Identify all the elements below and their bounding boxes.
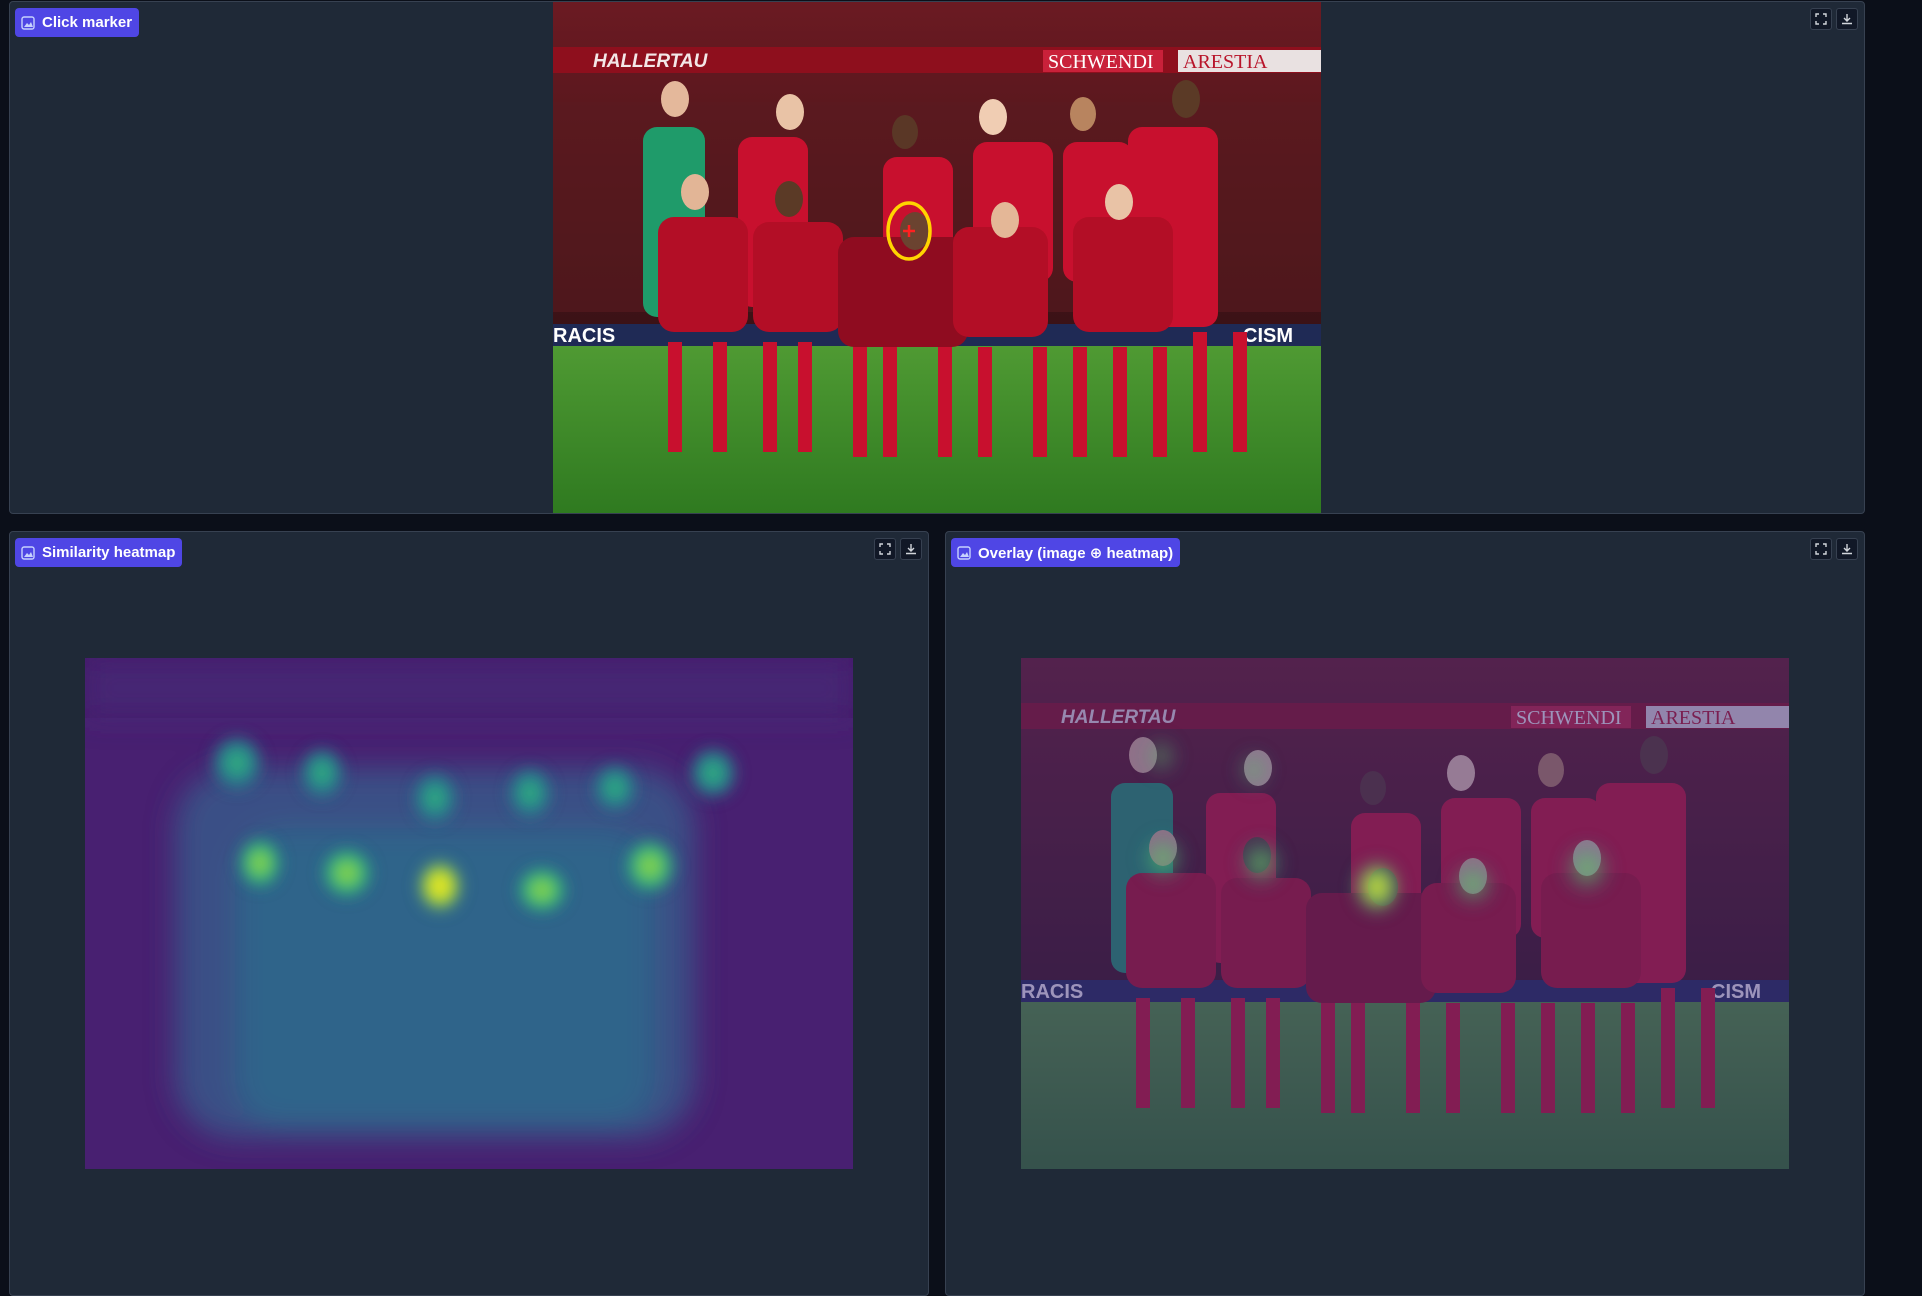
click-marker-label: Click marker — [42, 14, 133, 31]
fullscreen-button[interactable] — [874, 538, 896, 560]
image-icon — [21, 15, 35, 30]
similarity-heatmap-label: Similarity heatmap — [42, 544, 176, 561]
banner-lower-left: RACIS — [553, 325, 615, 347]
overlay-label-chip: Overlay (image ⊕ heatmap) — [951, 538, 1181, 567]
overlay-image[interactable]: HALLERTAU SCHWENDI ARESTIA RACIS CISM — [1021, 658, 1789, 1169]
heatmap-canvas — [85, 658, 853, 1169]
download-icon — [1842, 14, 1852, 25]
similarity-heatmap-panel: Similarity heatmap — [9, 531, 929, 1296]
fullscreen-icon — [1815, 543, 1827, 555]
similarity-heatmap-image[interactable] — [85, 658, 853, 1169]
overlay-label: Overlay (image ⊕ heatmap) — [978, 544, 1174, 562]
banner-right: ARESTIA — [1183, 51, 1268, 73]
fullscreen-button[interactable] — [1810, 538, 1832, 560]
download-button[interactable] — [1836, 538, 1858, 560]
fullscreen-button[interactable] — [1810, 8, 1832, 30]
fullscreen-icon — [1815, 13, 1827, 25]
fullscreen-icon — [879, 543, 891, 555]
banner-left: HALLERTAU — [593, 51, 709, 72]
image-icon — [957, 545, 971, 560]
similarity-heatmap-label-chip: Similarity heatmap — [15, 538, 183, 567]
click-marker-toolbar — [1810, 8, 1858, 30]
overlay-canvas: HALLERTAU SCHWENDI ARESTIA RACIS CISM — [1021, 658, 1789, 1169]
banner-lower-right: CISM — [1243, 325, 1293, 347]
image-icon — [21, 545, 35, 560]
download-icon — [1842, 544, 1852, 555]
team-photo-canvas: HALLERTAU SCHWENDI ARESTIA RACIS CISM — [553, 2, 1321, 513]
team-photo-with-marker[interactable]: HALLERTAU SCHWENDI ARESTIA RACIS CISM — [553, 2, 1321, 513]
download-button[interactable] — [1836, 8, 1858, 30]
download-icon — [906, 544, 916, 555]
overlay-tint — [1021, 658, 1789, 1169]
click-marker-label-chip: Click marker — [15, 8, 140, 37]
similarity-heatmap-toolbar — [874, 538, 922, 560]
overlay-toolbar — [1810, 538, 1858, 560]
click-marker-panel: Click marker HALLERTAU SCHWENDI ARESTIA … — [9, 1, 1865, 514]
overlay-panel: Overlay (image ⊕ heatmap) — [945, 531, 1865, 1296]
banner-middle: SCHWENDI — [1048, 51, 1154, 73]
download-button[interactable] — [900, 538, 922, 560]
